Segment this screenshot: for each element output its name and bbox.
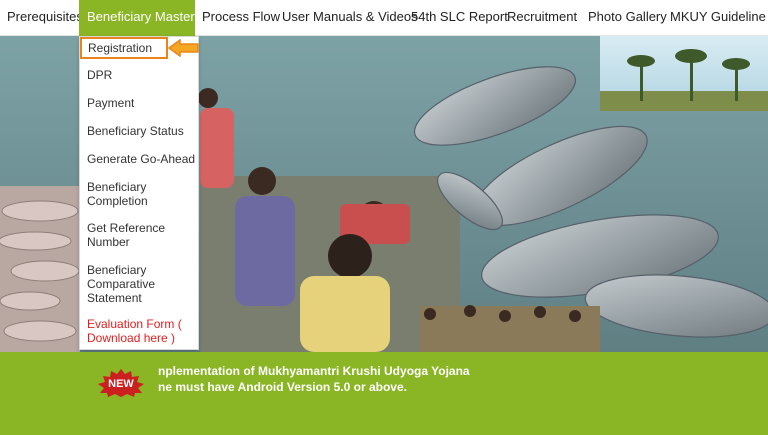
menu-item-evaluation-form[interactable]: Evaluation Form ( Download here ) (87, 317, 183, 345)
nav-54th-slc-report[interactable]: 54th SLC Report (411, 0, 508, 36)
menu-item-beneficiary-status[interactable]: Beneficiary Status (87, 124, 184, 138)
nav-prerequisites[interactable]: Prerequisites (7, 0, 83, 36)
new-badge: NEW (98, 369, 144, 397)
menu-item-get-reference-number[interactable]: Get Reference Number (87, 221, 177, 249)
nav-beneficiary-master[interactable]: Beneficiary Master (79, 0, 195, 36)
top-nav: Prerequisites Beneficiary Master Process… (0, 0, 768, 36)
arrow-left-icon (168, 39, 199, 57)
nav-mkuy-guideline[interactable]: MKUY Guideline (670, 0, 766, 36)
menu-item-payment[interactable]: Payment (87, 96, 134, 110)
new-badge-label: NEW (108, 378, 134, 390)
menu-item-registration[interactable]: Registration (80, 37, 168, 59)
menu-item-beneficiary-comparative-statement[interactable]: Beneficiary Comparative Statement (87, 263, 171, 305)
menu-item-beneficiary-completion[interactable]: Beneficiary Completion (87, 180, 167, 208)
nav-photo-gallery[interactable]: Photo Gallery (588, 0, 667, 36)
nav-user-manuals-videos[interactable]: User Manuals & Videos (282, 0, 418, 36)
menu-item-dpr[interactable]: DPR (87, 68, 112, 82)
ticker-line-2: ne must have Android Version 5.0 or abov… (158, 380, 407, 394)
ticker-line-1: nplementation of Mukhyamantri Krushi Udy… (158, 364, 470, 378)
menu-item-generate-go-ahead[interactable]: Generate Go-Ahead (87, 152, 195, 166)
nav-process-flow[interactable]: Process Flow (202, 0, 280, 36)
nav-recruitment[interactable]: Recruitment (507, 0, 577, 36)
beneficiary-master-dropdown: Registration DPR Payment Beneficiary Sta… (79, 36, 199, 350)
